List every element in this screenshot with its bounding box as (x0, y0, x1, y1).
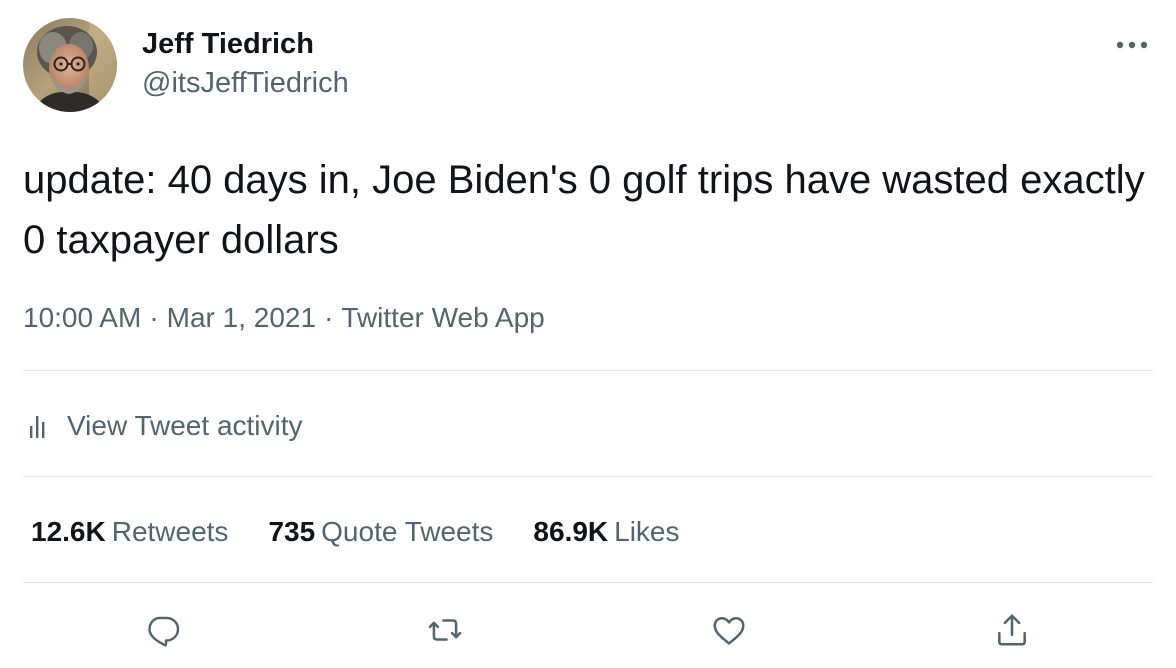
divider (23, 370, 1153, 371)
tweet-date[interactable]: Mar 1, 2021 (167, 302, 316, 333)
quote-tweets-label: Quote Tweets (321, 516, 494, 547)
likes-stat[interactable]: 86.9K Likes (533, 516, 679, 548)
tweet-text: update: 40 days in, Joe Biden's 0 golf t… (23, 158, 1145, 262)
view-tweet-activity-link[interactable]: View Tweet activity (23, 404, 303, 448)
tweet-meta: 10:00 AM · Mar 1, 2021 · Twitter Web App (23, 302, 545, 334)
divider (23, 582, 1153, 583)
retweets-count: 12.6K (31, 516, 106, 547)
retweets-label: Retweets (111, 516, 229, 547)
author-handle[interactable]: @itsJeffTiedrich (142, 67, 349, 100)
retweet-button[interactable] (421, 606, 469, 654)
retweet-icon (428, 619, 462, 641)
share-button[interactable] (988, 606, 1036, 654)
view-tweet-activity-label: View Tweet activity (67, 410, 303, 441)
reply-icon (148, 616, 180, 647)
bar-chart-icon (23, 412, 51, 440)
quote-tweets-stat[interactable]: 735 Quote Tweets (268, 516, 493, 548)
author-name[interactable]: Jeff Tiedrich (142, 28, 314, 61)
tweet-time[interactable]: 10:00 AM (23, 302, 141, 333)
share-icon (998, 614, 1026, 646)
tweet-source[interactable]: Twitter Web App (341, 302, 544, 333)
tweet-action-bar (0, 606, 1176, 654)
like-button[interactable] (705, 606, 753, 654)
meta-separator: · (324, 302, 334, 333)
quote-tweets-count: 735 (268, 516, 316, 547)
divider (23, 476, 1153, 477)
avatar[interactable] (23, 18, 117, 112)
heart-icon (713, 617, 745, 645)
reply-button[interactable] (139, 606, 187, 654)
likes-count: 86.9K (533, 516, 609, 547)
avatar-image (23, 18, 117, 112)
retweets-stat[interactable]: 12.6K Retweets (31, 516, 228, 548)
more-dots-icon (1116, 41, 1148, 49)
more-options-button[interactable] (1112, 30, 1152, 60)
tweet-card: Jeff Tiedrich @itsJeffTiedrich update: 4… (0, 0, 1176, 668)
tweet-stats: 12.6K Retweets 735 Quote Tweets 86.9K Likes (31, 512, 720, 552)
likes-label: Likes (614, 516, 680, 547)
meta-separator: · (149, 302, 159, 333)
